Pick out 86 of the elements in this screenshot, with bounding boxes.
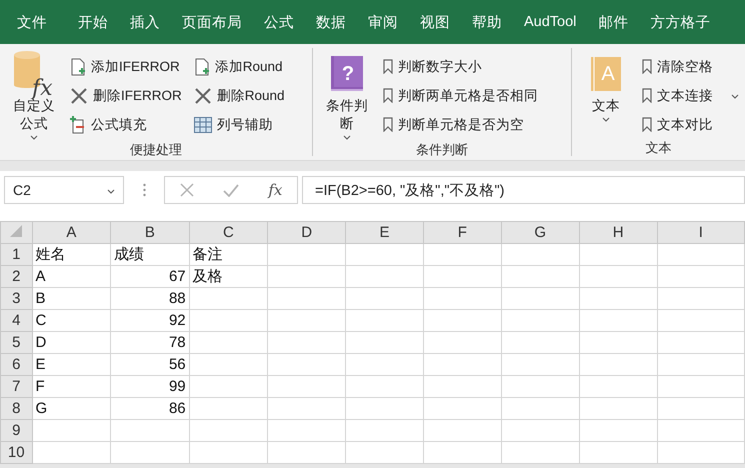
group-label: 文本 [644,139,672,157]
row-header[interactable]: 9 [0,420,32,442]
bookmark-icon [642,117,652,132]
cancel-icon[interactable] [180,183,194,197]
formula-field[interactable]: =IF(B2>=60, "及格","不及格") [302,176,745,204]
column-header[interactable]: G [501,222,580,244]
bookmark-icon [642,88,652,103]
table-cell: 86 [110,398,190,420]
table-cell: A [32,266,111,288]
row-header[interactable]: 3 [0,288,32,310]
insert-function-button[interactable]: fx [268,181,282,199]
row-header[interactable]: 5 [0,332,32,354]
ribbon-button[interactable]: 列号辅助 [190,110,289,139]
large-ribbon-button[interactable]: A 文本 [578,50,634,139]
ribbon-button[interactable]: 判断单元格是否为空 [379,110,542,139]
table-cell: B [32,288,111,310]
ribbon-button[interactable]: 文本连接 [638,81,717,110]
cross-icon [194,88,212,104]
cross-icon [70,88,88,104]
menu-tab[interactable]: 数据 [305,12,357,32]
column-header[interactable]: C [189,222,268,244]
ribbon-button[interactable]: 删除Round [190,81,289,110]
column-header[interactable]: A [32,222,111,244]
column-header[interactable]: E [346,222,424,244]
row-header[interactable]: 8 [0,398,32,420]
bookmark-icon [383,88,393,103]
document-plus-icon [70,58,86,76]
table-icon [194,116,212,132]
row-header[interactable]: 1 [0,244,32,266]
checkmark-icon[interactable] [222,184,239,196]
ribbon-button[interactable]: 判断两单元格是否相同 [379,81,542,110]
menu-tab[interactable]: 方方格子 [639,12,722,32]
ribbon-button[interactable]: 清除空格 [638,52,717,81]
menu-tab[interactable]: AudTool [513,14,588,30]
row-header[interactable]: 10 [0,442,32,464]
menu-tab[interactable]: 文件 [6,12,67,32]
table-cell: 99 [110,376,190,398]
ribbon-button[interactable]: 公式填充 [66,110,186,139]
drag-handle-icon[interactable] [142,183,146,197]
column-header[interactable]: B [110,222,190,244]
menu-tab[interactable]: 页面布局 [171,12,253,32]
menu-tab[interactable]: 开始 [67,12,119,32]
name-box[interactable]: C2 [4,176,124,204]
bookmark-icon [642,59,652,74]
table-cell: G [32,398,111,420]
bookmark-icon [383,59,393,74]
select-all-icon[interactable] [10,225,22,237]
ribbon-button[interactable]: 添加IFERROR [66,52,186,81]
row-header[interactable]: 2 [0,266,32,288]
table-cell: D [32,332,111,354]
menu-tab[interactable]: 邮件 [587,12,640,32]
table-cell: 及格 [189,266,268,288]
group-label: 条件判断 [415,141,469,159]
row-header[interactable]: 7 [0,376,32,398]
table-cell: 姓名 [32,244,111,266]
column-header[interactable]: F [423,222,502,244]
row-header[interactable]: 4 [0,310,32,332]
list-plus-minus-icon [70,116,86,134]
large-ribbon-button[interactable]: ? 条件判断 [319,50,375,141]
table-cell: F [32,376,111,398]
table-cell: 备注 [189,244,268,266]
menu-tab[interactable]: 视图 [409,12,461,32]
ribbon-button[interactable]: 添加Round [190,52,289,81]
table-cell: 成绩 [110,244,190,266]
menu-tab[interactable]: 帮助 [461,12,513,32]
table-cell: 56 [110,354,190,376]
menu-tab[interactable]: 插入 [119,12,171,32]
ribbon-button[interactable]: 判断数字大小 [379,52,542,81]
table-cell: 92 [110,310,190,332]
dropdown-caret-icon [107,188,115,194]
column-header[interactable]: D [268,222,346,244]
bookmark-icon [383,117,393,132]
menu-tab[interactable]: 审阅 [357,12,409,32]
document-plus-icon [194,58,210,76]
ribbon-button[interactable]: 删除IFERROR [66,81,186,110]
column-header[interactable]: I [657,222,744,244]
table-cell: 78 [110,332,190,354]
ribbon-button[interactable]: 文本对比 [638,110,717,139]
table-cell: E [32,354,111,376]
menu-tab[interactable]: 公式 [253,12,305,32]
group-label: 便捷处理 [129,141,183,159]
column-header[interactable]: H [579,222,658,244]
table-cell: 67 [110,266,190,288]
row-header[interactable]: 6 [0,354,32,376]
table-cell: C [32,310,111,332]
table-cell: 88 [110,288,190,310]
